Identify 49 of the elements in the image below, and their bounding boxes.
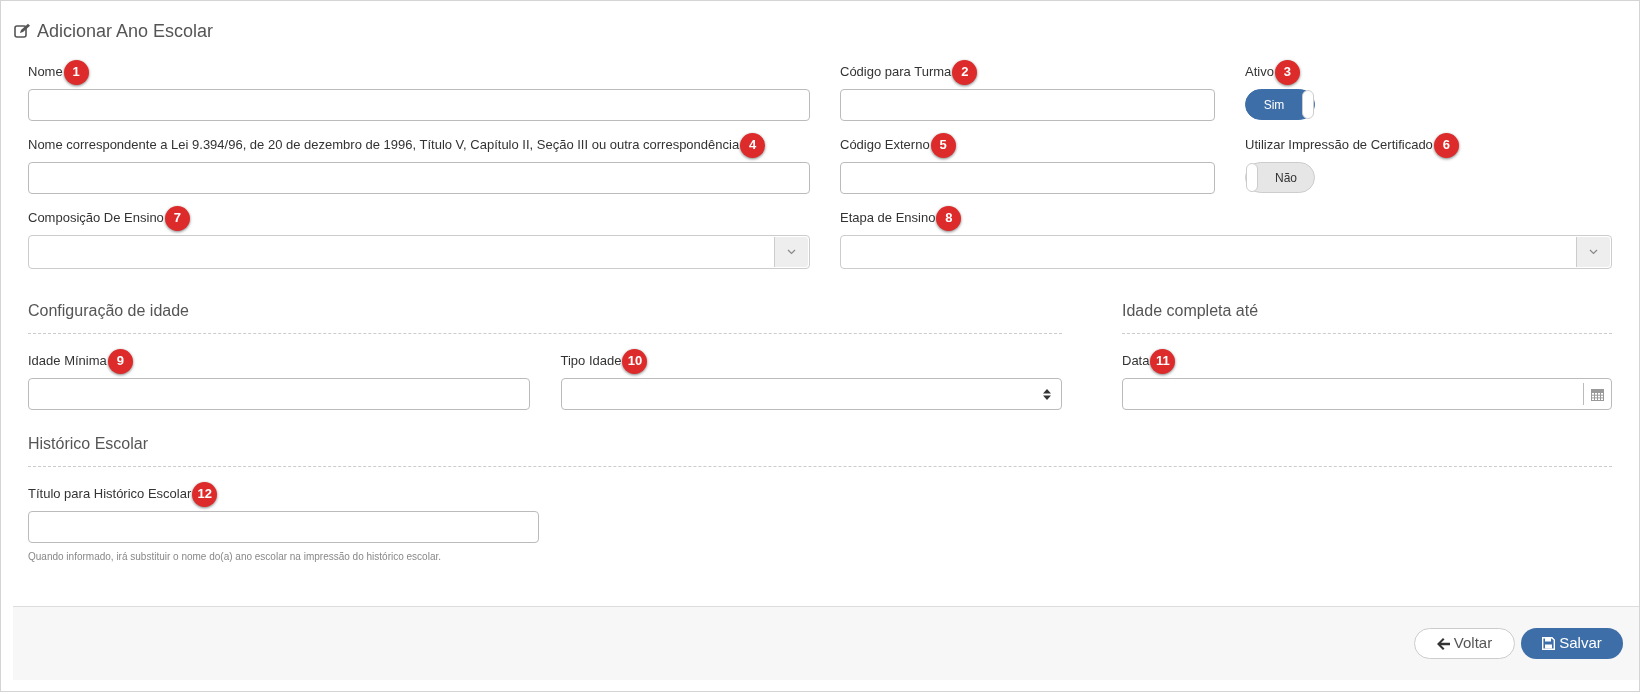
field-label: Composição De Ensino: [28, 209, 164, 228]
edit-icon: [14, 23, 31, 39]
select-field[interactable]: [28, 235, 810, 269]
number-badge: 5: [930, 132, 956, 158]
text-input[interactable]: [28, 511, 539, 543]
field-label: Ativo: [1245, 63, 1274, 82]
number-badge: 4: [740, 132, 766, 158]
toggle-switch[interactable]: Não: [1245, 162, 1315, 193]
field-label: Tipo Idade: [560, 352, 622, 371]
number-badge: 7: [164, 205, 190, 231]
field-label: Nome: [28, 63, 63, 82]
number-badge: 9: [107, 348, 133, 374]
text-input[interactable]: [28, 378, 530, 410]
page-title: Adicionar Ano Escolar: [37, 19, 214, 43]
number-badge: 3: [1274, 59, 1300, 85]
save-button[interactable]: Salvar: [1521, 628, 1623, 659]
text-input[interactable]: [840, 89, 1215, 121]
number-badge: 12: [192, 481, 218, 507]
text-input[interactable]: [840, 162, 1215, 194]
select-field[interactable]: [840, 235, 1612, 269]
number-badge: 1: [63, 59, 89, 85]
sort-caret-icon: [1043, 388, 1051, 400]
chevron-down-icon: [1589, 249, 1598, 255]
chevron-down-icon: [787, 249, 796, 255]
field-label: Etapa de Ensino: [840, 209, 936, 228]
back-button[interactable]: Voltar: [1414, 628, 1515, 659]
number-badge: 10: [622, 348, 648, 374]
section-heading: Configuração de idade: [28, 302, 189, 319]
field-label: Data: [1122, 352, 1150, 371]
field-label: Título para Histórico Escolar: [28, 485, 192, 504]
section-heading: Idade completa até: [1122, 302, 1259, 319]
field-label: Código para Turma: [840, 63, 952, 82]
arrow-left-icon: [1436, 637, 1450, 650]
calendar-icon: [1591, 387, 1604, 401]
number-badge: 6: [1433, 132, 1459, 158]
select-field[interactable]: [560, 378, 1062, 410]
number-badge: 2: [952, 59, 978, 85]
number-badge: 11: [1150, 348, 1176, 374]
toggle-switch[interactable]: Sim: [1245, 89, 1315, 120]
field-label: Idade Mínima: [28, 352, 107, 371]
field-label: Nome correspondente a Lei 9.394/96, de 20 de dezembro de 1996, Título V, Capítulo II, Seção III ou outra correspondência: [28, 136, 740, 155]
help-text: Quando informado, irá substituir o nome do(a) ano escolar na impressão do histórico escolar.: [28, 550, 442, 564]
section-heading: Histórico Escolar: [28, 435, 149, 452]
field-label: Código Externo: [840, 136, 930, 155]
text-input[interactable]: [28, 162, 810, 194]
field-label: Utilizar Impressão de Certificado: [1245, 136, 1433, 155]
text-input[interactable]: [28, 89, 810, 121]
date-input[interactable]: [1122, 378, 1612, 410]
number-badge: 8: [936, 205, 962, 231]
